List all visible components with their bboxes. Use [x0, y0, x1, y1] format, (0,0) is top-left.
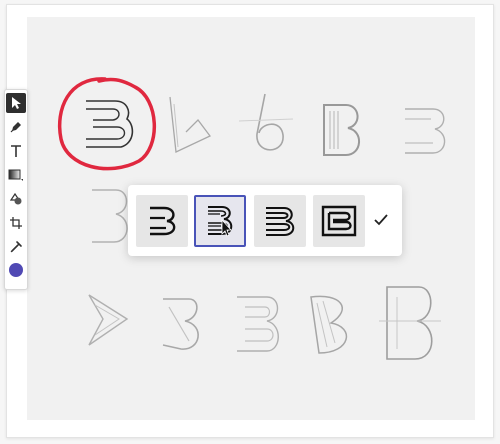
eyedropper-icon	[10, 241, 22, 253]
sketch-b-geometric	[237, 296, 279, 352]
boxed-b-icon	[321, 205, 357, 237]
option-boxed-b[interactable]	[313, 195, 365, 247]
suggestion-picker	[128, 185, 402, 256]
cursor-arrow-icon	[12, 97, 21, 109]
sketch-b-tall	[379, 286, 441, 360]
eyedropper-tool[interactable]	[6, 237, 26, 257]
option-rounded-b[interactable]	[136, 195, 188, 247]
select-tool[interactable]	[6, 93, 26, 113]
option-lined-b[interactable]	[254, 195, 306, 247]
sketch-b-circled	[57, 77, 157, 171]
option-striped-b[interactable]	[194, 195, 246, 247]
sketch-b-bold	[323, 104, 360, 156]
lined-b-icon	[266, 207, 295, 236]
rounded-b-icon	[150, 206, 176, 236]
gradient-tool[interactable]	[6, 165, 26, 185]
tool-palette	[4, 89, 28, 290]
sketch-b-outline	[405, 108, 446, 154]
text-tool[interactable]	[6, 141, 26, 161]
sketch-b-slanted	[169, 96, 211, 153]
sketch-b-loop	[238, 93, 294, 151]
gradient-fill-icon	[8, 169, 23, 181]
crop-tool[interactable]	[6, 213, 26, 233]
crop-icon	[10, 217, 22, 229]
pen-tool[interactable]	[6, 117, 26, 137]
check-icon	[374, 214, 388, 226]
pen-nib-icon	[10, 122, 21, 133]
sketch-b-leaf	[310, 295, 348, 354]
color-swatch[interactable]	[9, 263, 23, 277]
confirm-button[interactable]	[369, 208, 393, 232]
sketch-b-script	[162, 298, 199, 350]
shapes-tool[interactable]	[6, 189, 26, 209]
shapes-icon	[9, 192, 22, 205]
sketch-b-arrow	[88, 294, 129, 346]
text-t-icon	[11, 145, 21, 157]
striped-b-icon	[208, 206, 233, 237]
